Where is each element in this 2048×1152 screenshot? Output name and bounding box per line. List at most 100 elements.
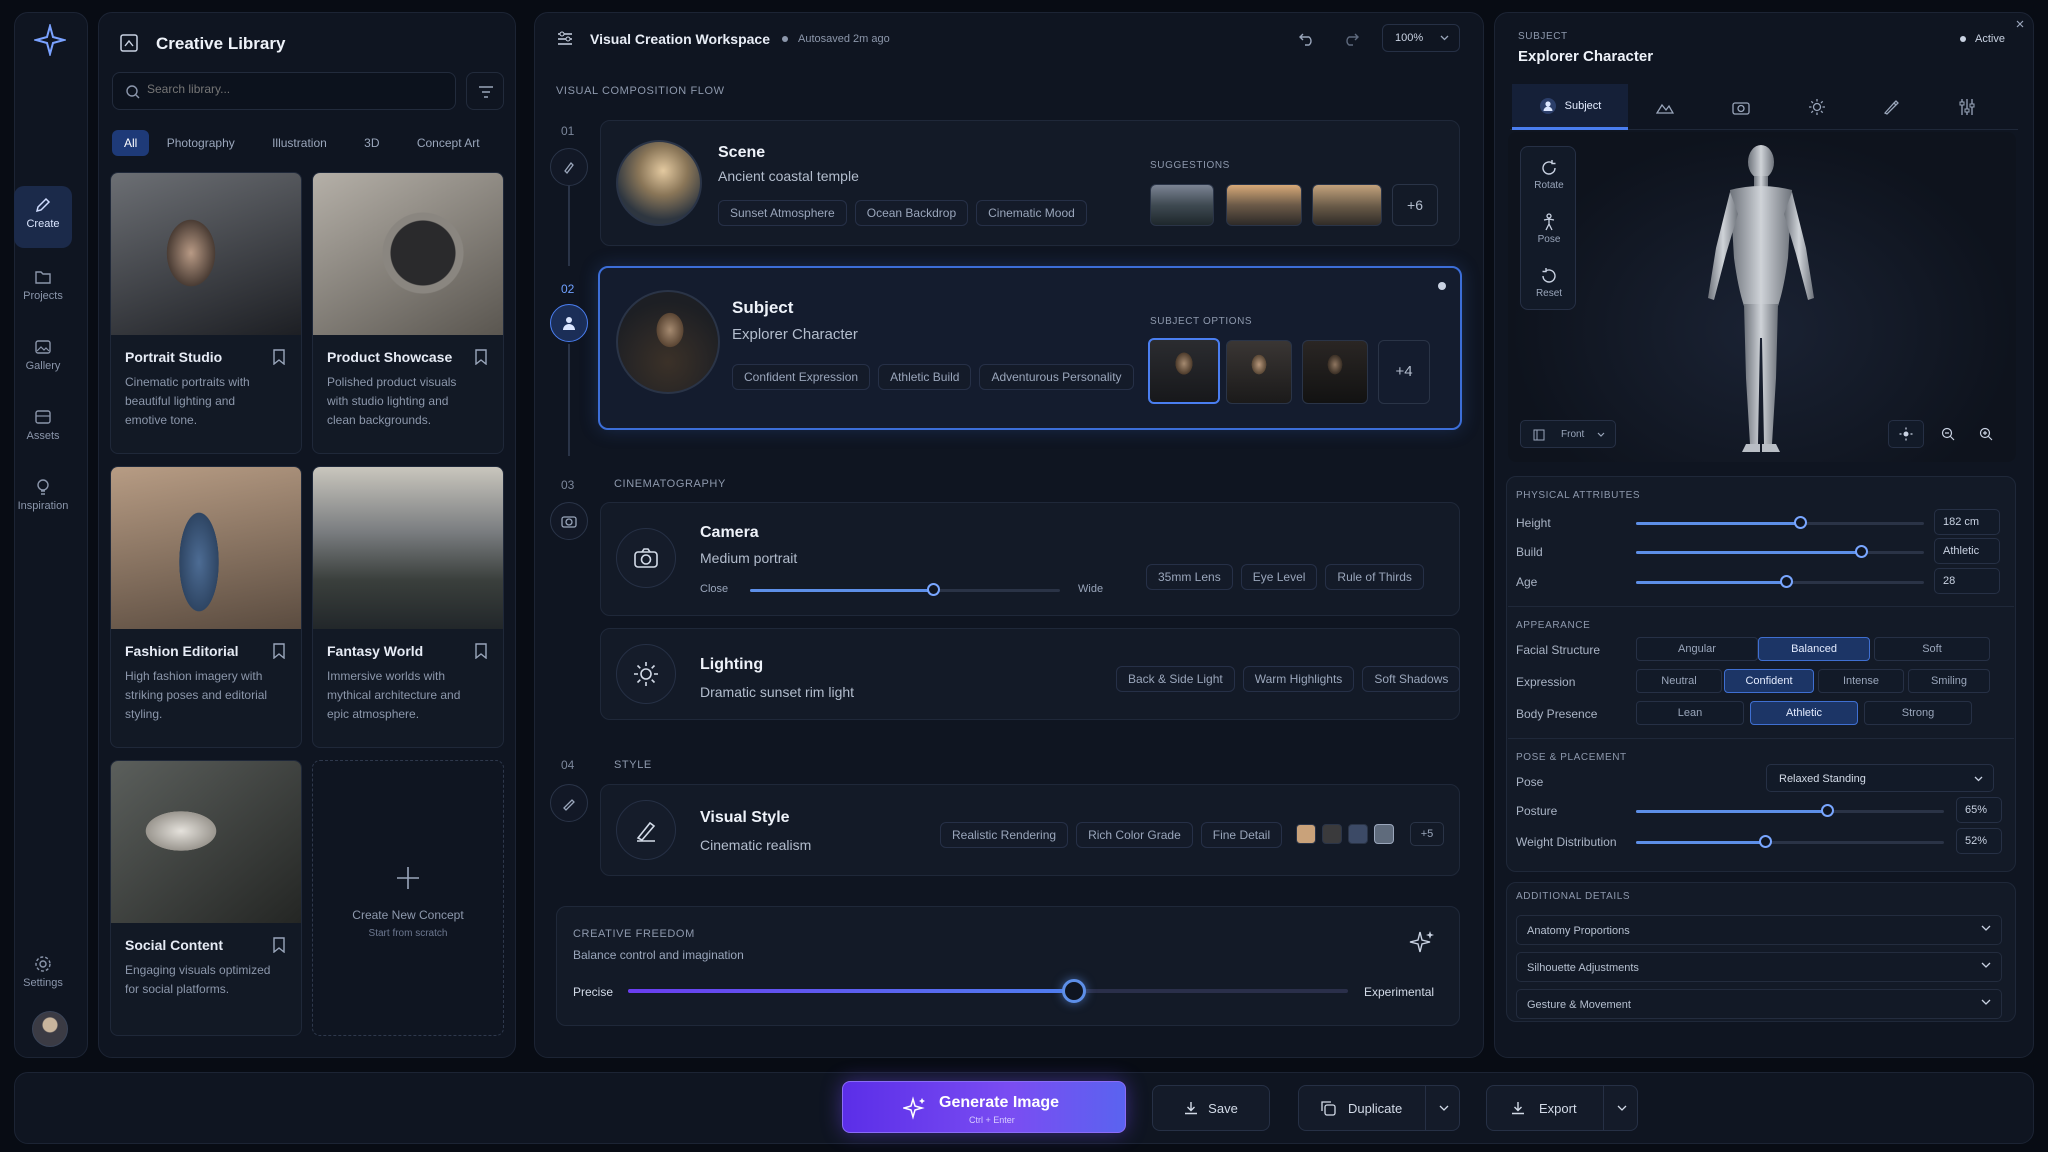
bookmark-icon[interactable] <box>273 349 285 365</box>
lighting-tag[interactable]: Warm Highlights <box>1242 666 1355 692</box>
view-select[interactable]: Front <box>1520 420 1616 448</box>
create-new-concept-card[interactable]: Create New Concept Start from scratch <box>312 760 504 1036</box>
subject-tag[interactable]: Confident Expression <box>732 364 871 390</box>
redo-icon[interactable] <box>1342 30 1360 46</box>
tab-subject[interactable]: Subject <box>1512 84 1628 130</box>
camera-distance-knob[interactable] <box>926 583 940 596</box>
rotate-tool[interactable]: Rotate <box>1521 159 1577 191</box>
camera-distance-slider[interactable] <box>750 583 1060 596</box>
height-slider[interactable] <box>1636 516 1924 529</box>
presence-option-athletic[interactable]: Athletic <box>1750 701 1858 725</box>
close-icon[interactable] <box>2016 20 2024 28</box>
color-swatch[interactable] <box>1322 824 1342 844</box>
subject-options-more-button[interactable]: +4 <box>1378 340 1430 404</box>
lighting-tag[interactable]: Back & Side Light <box>1116 666 1235 692</box>
nav-inspiration[interactable]: Inspiration <box>14 468 72 530</box>
generate-image-button[interactable]: Generate Image Ctrl + Enter <box>842 1081 1126 1133</box>
build-value[interactable]: Athletic <box>1934 538 2000 564</box>
library-search[interactable] <box>112 72 456 110</box>
library-card-social-content[interactable]: Social Content Engaging visuals optimize… <box>110 760 302 1036</box>
age-value[interactable]: 28 <box>1934 568 2000 594</box>
light-toggle-button[interactable] <box>1888 420 1924 448</box>
filter-tab-illustration[interactable]: Illustration <box>272 136 327 150</box>
tab-camera[interactable] <box>1706 84 1776 130</box>
duplicate-button[interactable]: Duplicate <box>1298 1085 1460 1131</box>
expression-option-neutral[interactable]: Neutral <box>1636 669 1722 693</box>
reset-tool[interactable]: Reset <box>1521 267 1577 299</box>
filter-tab-concept-art[interactable]: Concept Art <box>417 136 480 150</box>
posture-slider[interactable] <box>1636 804 1944 817</box>
build-knob[interactable] <box>1854 545 1868 558</box>
facial-option-balanced[interactable]: Balanced <box>1758 637 1870 661</box>
expression-option-confident[interactable]: Confident <box>1724 669 1814 693</box>
subject-option[interactable] <box>1226 340 1292 404</box>
nav-settings[interactable]: Settings <box>14 945 72 1007</box>
camera-tag[interactable]: Rule of Thirds <box>1325 564 1424 590</box>
zoom-select[interactable]: 100% <box>1382 24 1460 52</box>
presence-option-lean[interactable]: Lean <box>1636 701 1744 725</box>
pose-select[interactable]: Relaxed Standing <box>1766 764 1994 792</box>
tab-adjustments[interactable] <box>1932 84 2002 130</box>
style-tag[interactable]: Realistic Rendering <box>940 822 1069 848</box>
color-swatch[interactable] <box>1348 824 1368 844</box>
subject-option-selected[interactable] <box>1148 338 1220 404</box>
chevron-down-icon[interactable] <box>1617 1105 1627 1111</box>
camera-tag[interactable]: 35mm Lens <box>1146 564 1233 590</box>
subject-tag[interactable]: Athletic Build <box>878 364 972 390</box>
chevron-down-icon[interactable] <box>1439 1105 1449 1111</box>
tab-scene[interactable] <box>1630 84 1700 130</box>
filter-tab-all[interactable]: All <box>112 130 150 156</box>
posture-knob[interactable] <box>1820 804 1834 817</box>
zoom-out-button[interactable] <box>1932 420 1964 448</box>
nav-assets[interactable]: Assets <box>14 398 72 460</box>
style-tag[interactable]: Rich Color Grade <box>1076 822 1193 848</box>
age-slider[interactable] <box>1636 575 1924 588</box>
pose-tool[interactable]: Pose <box>1521 213 1577 245</box>
filter-button[interactable] <box>466 72 504 110</box>
color-swatch[interactable] <box>1296 824 1316 844</box>
suggestion-thumbnail[interactable] <box>1226 184 1302 226</box>
facial-option-angular[interactable]: Angular <box>1636 637 1758 661</box>
bookmark-icon[interactable] <box>475 349 487 365</box>
tab-lighting[interactable] <box>1782 84 1852 130</box>
creative-freedom-slider[interactable] <box>628 979 1348 1003</box>
model-viewer[interactable]: Rotate Pose Reset Front <box>1508 132 2016 462</box>
weight-distribution-value[interactable]: 52% <box>1956 828 2002 854</box>
suggestions-more-button[interactable]: +6 <box>1392 184 1438 226</box>
undo-icon[interactable] <box>1298 30 1316 46</box>
filter-tab-3d[interactable]: 3D <box>364 136 379 150</box>
nav-create[interactable]: Create <box>14 186 72 248</box>
gesture-movement-dropdown[interactable]: Gesture & Movement <box>1516 989 2002 1019</box>
scene-tag[interactable]: Sunset Atmosphere <box>718 200 847 226</box>
age-knob[interactable] <box>1779 575 1793 588</box>
swatches-more-button[interactable]: +5 <box>1410 822 1444 846</box>
color-swatch[interactable] <box>1374 824 1394 844</box>
presence-option-strong[interactable]: Strong <box>1864 701 1972 725</box>
weight-distribution-slider[interactable] <box>1636 835 1944 848</box>
build-slider[interactable] <box>1636 545 1924 558</box>
suggestion-thumbnail[interactable] <box>1312 184 1382 226</box>
posture-value[interactable]: 65% <box>1956 797 2002 823</box>
bookmark-icon[interactable] <box>273 937 285 953</box>
bookmark-icon[interactable] <box>475 643 487 659</box>
library-card-fashion-editorial[interactable]: Fashion Editorial High fashion imagery w… <box>110 466 302 748</box>
height-value[interactable]: 182 cm <box>1934 509 2000 535</box>
lighting-tag[interactable]: Soft Shadows <box>1362 666 1461 692</box>
facial-option-soft[interactable]: Soft <box>1874 637 1990 661</box>
tab-style[interactable] <box>1856 84 1926 130</box>
subject-option[interactable] <box>1302 340 1368 404</box>
nav-gallery[interactable]: Gallery <box>14 328 72 390</box>
style-tag[interactable]: Fine Detail <box>1200 822 1283 848</box>
camera-tag[interactable]: Eye Level <box>1240 564 1318 590</box>
scene-tag[interactable]: Ocean Backdrop <box>854 200 969 226</box>
suggestion-thumbnail[interactable] <box>1150 184 1214 226</box>
expression-option-intense[interactable]: Intense <box>1818 669 1904 693</box>
anatomy-proportions-dropdown[interactable]: Anatomy Proportions <box>1516 915 2002 945</box>
expression-option-smiling[interactable]: Smiling <box>1908 669 1990 693</box>
zoom-in-button[interactable] <box>1970 420 2002 448</box>
user-avatar[interactable] <box>32 1011 68 1047</box>
nav-projects[interactable]: Projects <box>14 258 72 320</box>
bookmark-icon[interactable] <box>273 643 285 659</box>
library-card-fantasy-world[interactable]: Fantasy World Immersive worlds with myth… <box>312 466 504 748</box>
library-card-product-showcase[interactable]: Product Showcase Polished product visual… <box>312 172 504 454</box>
